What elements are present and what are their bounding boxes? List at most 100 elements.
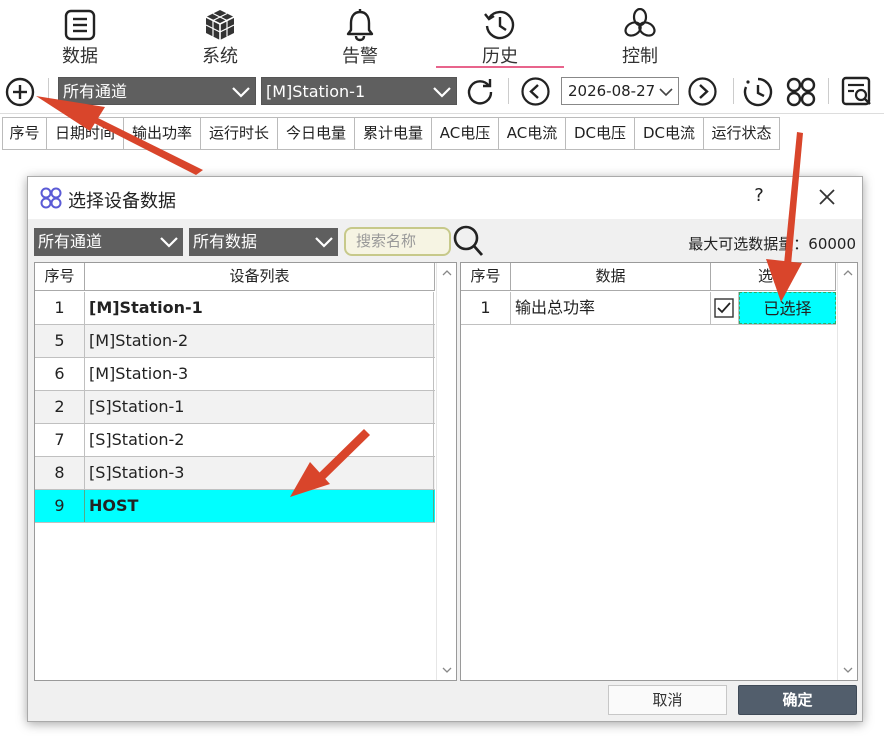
device-row-num: 1 — [35, 292, 85, 324]
top-nav: 数据 系统 告警 历史 控制 — [0, 0, 884, 68]
chevron-down-icon — [659, 88, 673, 97]
device-row-num: 7 — [35, 424, 85, 456]
toolbar-divider — [733, 78, 734, 104]
device-row-num: 6 — [35, 358, 85, 390]
date-picker[interactable]: 2026-08-27 — [561, 77, 679, 105]
dialog-data-select[interactable]: 所有数据 — [189, 228, 338, 256]
dialog-channel-select[interactable]: 所有通道 — [34, 228, 183, 256]
scroll-down-icon[interactable] — [442, 667, 452, 673]
dialog-title: 选择设备数据 — [68, 191, 176, 212]
column-header[interactable]: 数据 — [511, 263, 711, 290]
select-device-data-icon[interactable] — [784, 76, 818, 108]
channel-select[interactable]: 所有通道 — [58, 77, 256, 105]
scroll-up-icon[interactable] — [843, 270, 853, 276]
data-row-name: 输出总功率 — [511, 292, 711, 324]
help-button[interactable]: ? — [750, 185, 768, 206]
column-header[interactable]: 日期时间 — [47, 118, 124, 149]
nav-tab-data[interactable]: 数据 — [10, 0, 150, 68]
device-row[interactable]: 6 [M]Station-3 — [35, 358, 435, 391]
dialog-titlebar[interactable]: 选择设备数据 ? — [28, 177, 862, 219]
device-row[interactable]: 8 [S]Station-3 — [35, 457, 435, 490]
ok-button[interactable]: 确定 — [738, 685, 857, 715]
column-header[interactable]: AC电压 — [432, 118, 499, 149]
column-header[interactable]: 今日电量 — [278, 118, 355, 149]
device-row-selected[interactable]: 9 HOST — [35, 490, 435, 523]
history-table-header: 序号 日期时间 输出功率 运行时长 今日电量 累计电量 AC电压 AC电流 DC… — [2, 117, 780, 150]
chevron-down-icon — [315, 237, 333, 248]
control-flower-icon — [624, 8, 656, 37]
device-row[interactable]: 2 [S]Station-1 — [35, 391, 435, 424]
selected-status[interactable]: 已选择 — [739, 292, 836, 324]
device-row[interactable]: 7 [S]Station-2 — [35, 424, 435, 457]
column-header[interactable]: 输出功率 — [124, 118, 201, 149]
column-header[interactable]: DC电压 — [566, 118, 635, 149]
prev-day-icon[interactable] — [520, 76, 551, 107]
column-header[interactable]: 序号 — [3, 118, 47, 149]
column-header[interactable]: 序号 — [35, 263, 85, 290]
device-row-name: [S]Station-3 — [85, 457, 434, 489]
device-row-name: [M]Station-3 — [85, 358, 434, 390]
device-row-num: 9 — [35, 490, 85, 522]
device-row[interactable]: 5 [M]Station-2 — [35, 325, 435, 358]
select-device-data-dialog: 选择设备数据 ? 所有通道 所有数据 搜索名称 最大可选数据量：60000 序号 — [27, 176, 863, 722]
vertical-scrollbar[interactable] — [436, 263, 456, 680]
channel-select-value: 所有通道 — [63, 82, 128, 101]
column-header[interactable]: 序号 — [461, 263, 511, 290]
device-select[interactable]: [M]Station-1 — [261, 77, 457, 105]
data-row[interactable]: 1 输出总功率 已选择 — [461, 292, 836, 325]
bell-icon — [346, 9, 374, 42]
column-header[interactable]: AC电流 — [499, 118, 566, 149]
cancel-button[interactable]: 取消 — [608, 685, 727, 715]
history-clock-icon — [484, 10, 515, 40]
nav-label-system: 系统 — [202, 46, 238, 67]
nav-tab-alarm[interactable]: 告警 — [290, 0, 430, 68]
nav-label-alarm: 告警 — [342, 46, 378, 67]
toolbar-divider — [48, 78, 49, 104]
nav-label-control: 控制 — [622, 46, 658, 67]
app-window: 数据 系统 告警 历史 控制 所有通道 [M]Station-1 2026-08… — [0, 0, 884, 739]
column-header[interactable]: 运行状态 — [704, 118, 779, 149]
refresh-icon[interactable] — [464, 75, 496, 107]
device-list-panel: 序号 设备列表 1 [M]Station-1 5 [M]Station-2 6 … — [34, 262, 457, 681]
device-row-num: 8 — [35, 457, 85, 489]
search-input[interactable]: 搜索名称 — [344, 227, 451, 256]
device-row-num: 2 — [35, 391, 85, 423]
next-day-icon[interactable] — [687, 76, 718, 107]
dialog-data-value: 所有数据 — [193, 232, 258, 251]
nav-tab-system[interactable]: 系统 — [150, 0, 290, 68]
vertical-scrollbar[interactable] — [837, 263, 857, 680]
close-icon[interactable] — [817, 187, 837, 207]
nav-label-history: 历史 — [482, 46, 518, 67]
nav-tab-control[interactable]: 控制 — [570, 0, 710, 68]
time-range-clock-icon[interactable] — [742, 76, 774, 108]
chevron-down-icon — [160, 237, 178, 248]
device-row[interactable]: 1 [M]Station-1 — [35, 292, 435, 325]
nav-tab-history[interactable]: 历史 — [430, 0, 570, 68]
selected-data-header: 序号 数据 选择 — [461, 263, 836, 291]
column-header[interactable]: 设备列表 — [85, 263, 435, 290]
checkbox-checked-icon — [714, 298, 734, 318]
device-row-name: HOST — [85, 490, 434, 522]
device-select-value: [M]Station-1 — [266, 82, 366, 101]
report-search-icon[interactable] — [840, 75, 874, 109]
chevron-down-icon — [433, 87, 451, 98]
scroll-down-icon[interactable] — [843, 667, 853, 673]
dialog-app-icon — [40, 187, 62, 209]
selected-data-panel: 序号 数据 选择 1 输出总功率 已选择 — [460, 262, 858, 681]
column-header[interactable]: 累计电量 — [355, 118, 432, 149]
scroll-up-icon[interactable] — [442, 270, 452, 276]
toolbar-divider — [828, 78, 829, 104]
column-header[interactable]: 运行时长 — [201, 118, 278, 149]
device-list-header: 序号 设备列表 — [35, 263, 435, 291]
column-header[interactable]: DC电流 — [635, 118, 704, 149]
device-row-num: 5 — [35, 325, 85, 357]
add-circle-icon[interactable] — [4, 76, 36, 108]
toolbar-divider — [508, 78, 509, 104]
device-row-name: [S]Station-1 — [85, 391, 434, 423]
search-icon[interactable] — [452, 224, 484, 258]
data-row-num: 1 — [461, 292, 511, 324]
column-header[interactable]: 选择 — [711, 263, 836, 290]
select-checkbox[interactable] — [711, 292, 739, 324]
document-list-icon — [64, 9, 96, 41]
date-value: 2026-08-27 — [568, 82, 656, 100]
